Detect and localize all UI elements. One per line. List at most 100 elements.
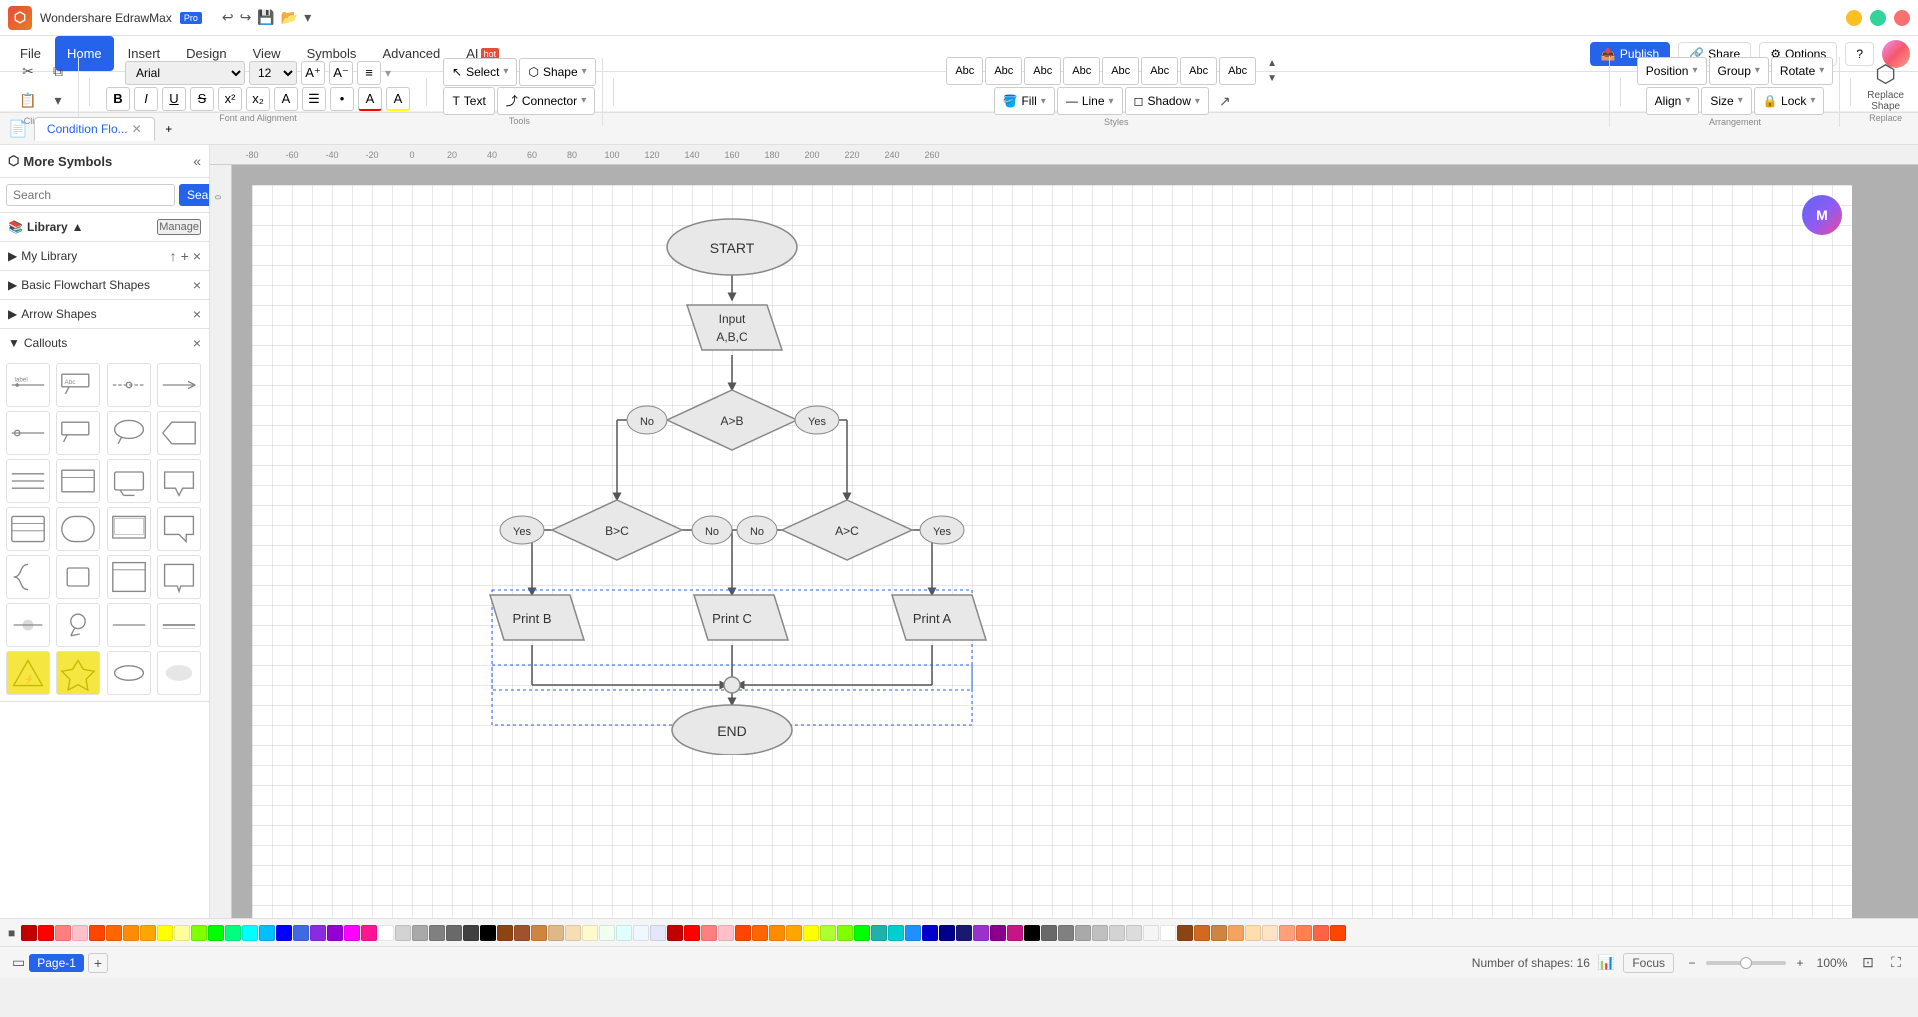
color-swatch[interactable] — [412, 925, 428, 941]
color-swatch[interactable] — [599, 925, 615, 941]
color-swatch[interactable] — [531, 925, 547, 941]
callout-item-26[interactable] — [56, 651, 100, 695]
list-btn[interactable]: ☰ — [302, 87, 326, 111]
style-abc4[interactable]: Abc — [1063, 57, 1100, 85]
color-swatch[interactable] — [548, 925, 564, 941]
callout-item-25[interactable]: ⚡ — [6, 651, 50, 695]
tab-condition-flo[interactable]: Condition Flo... ✕ — [34, 117, 155, 141]
color-swatch[interactable] — [395, 925, 411, 941]
group-btn[interactable]: Group ▾ — [1709, 57, 1769, 85]
focus-label[interactable]: Focus — [1623, 953, 1674, 973]
copy-btn[interactable]: ⧉ — [44, 58, 72, 86]
minimize-btn[interactable] — [1846, 10, 1862, 26]
color-swatch[interactable] — [1126, 925, 1142, 941]
color-swatch[interactable] — [514, 925, 530, 941]
style-abc5[interactable]: Abc — [1102, 57, 1139, 85]
callout-item-11[interactable] — [107, 459, 151, 503]
color-swatch[interactable] — [1075, 925, 1091, 941]
color-swatch[interactable] — [650, 925, 666, 941]
font-size-select[interactable]: 12 — [249, 61, 297, 85]
color-swatch[interactable] — [616, 925, 632, 941]
font-shrink-btn[interactable]: A⁻ — [329, 61, 353, 85]
style-abc8[interactable]: Abc — [1219, 57, 1256, 85]
color-swatch[interactable] — [1007, 925, 1023, 941]
color-swatch[interactable] — [89, 925, 105, 941]
callout-item-20[interactable] — [157, 555, 201, 599]
text-style-btn[interactable]: A — [274, 87, 298, 111]
color-swatch[interactable] — [55, 925, 71, 941]
color-swatch[interactable] — [1279, 925, 1295, 941]
align-more-btn[interactable]: ▾ — [385, 66, 391, 80]
connector-btn[interactable]: ⤴ Connector ▾ — [497, 87, 595, 115]
page-1-tab[interactable]: Page-1 — [29, 954, 84, 972]
close-btn[interactable] — [1894, 10, 1910, 26]
rotate-btn[interactable]: Rotate ▾ — [1771, 57, 1833, 85]
color-swatch[interactable] — [701, 925, 717, 941]
sidebar-collapse-btn[interactable]: « — [193, 153, 201, 169]
callout-item-4[interactable] — [157, 363, 201, 407]
color-swatch[interactable] — [888, 925, 904, 941]
tab-add-btn[interactable]: + — [157, 117, 181, 141]
arrow-shapes-header[interactable]: ▶ Arrow Shapes × — [0, 300, 209, 328]
callout-item-28[interactable] — [157, 651, 201, 695]
color-swatch[interactable] — [1109, 925, 1125, 941]
color-swatch[interactable] — [1313, 925, 1329, 941]
color-swatch[interactable] — [140, 925, 156, 941]
underline-btn[interactable]: U — [162, 87, 186, 111]
color-swatch[interactable] — [1296, 925, 1312, 941]
page-view-icon[interactable]: ▭ — [12, 954, 25, 971]
color-swatch[interactable] — [990, 925, 1006, 941]
callout-item-27[interactable] — [107, 651, 151, 695]
callout-item-13[interactable] — [6, 507, 50, 551]
library-title[interactable]: 📚 Library ▲ — [8, 220, 84, 234]
color-swatch[interactable] — [684, 925, 700, 941]
basic-flowchart-close-btn[interactable]: × — [193, 277, 201, 293]
color-swatch[interactable] — [429, 925, 445, 941]
color-swatch[interactable] — [123, 925, 139, 941]
style-abc6[interactable]: Abc — [1141, 57, 1178, 85]
color-swatch[interactable] — [633, 925, 649, 941]
color-swatch[interactable] — [956, 925, 972, 941]
color-swatch[interactable] — [38, 925, 54, 941]
font-grow-btn[interactable]: A⁺ — [301, 61, 325, 85]
callout-item-9[interactable] — [6, 459, 50, 503]
add-page-btn[interactable]: + — [88, 953, 108, 973]
color-swatch[interactable] — [1160, 925, 1176, 941]
color-swatch[interactable] — [837, 925, 853, 941]
my-library-header[interactable]: ▶ My Library ↑ + × — [0, 242, 209, 270]
color-swatch[interactable] — [1211, 925, 1227, 941]
style-abc2[interactable]: Abc — [985, 57, 1022, 85]
color-swatch[interactable] — [1177, 925, 1193, 941]
highlight-btn[interactable]: A — [386, 87, 410, 111]
color-swatch[interactable] — [191, 925, 207, 941]
color-swatch[interactable] — [242, 925, 258, 941]
color-swatch[interactable] — [361, 925, 377, 941]
size-btn[interactable]: Size ▾ — [1701, 87, 1751, 115]
fit-btn[interactable]: ⊡ — [1858, 953, 1878, 973]
color-swatch[interactable] — [871, 925, 887, 941]
paste-options-btn[interactable]: ▾ — [44, 87, 72, 115]
callout-item-12[interactable] — [157, 459, 201, 503]
color-swatch[interactable] — [939, 925, 955, 941]
my-library-add-btn[interactable]: + — [181, 248, 189, 264]
color-swatch[interactable] — [1024, 925, 1040, 941]
color-swatch[interactable] — [769, 925, 785, 941]
text-btn[interactable]: T Text — [443, 87, 494, 115]
color-swatch[interactable] — [446, 925, 462, 941]
open-btn[interactable]: 📂 — [281, 9, 298, 26]
styles-expand-btn[interactable]: ↗ — [1211, 87, 1239, 115]
color-swatch[interactable] — [72, 925, 88, 941]
callouts-close-btn[interactable]: × — [193, 335, 201, 351]
color-swatch[interactable] — [225, 925, 241, 941]
position-btn[interactable]: Position ▾ — [1637, 57, 1707, 85]
search-input[interactable] — [6, 184, 175, 206]
superscript-btn[interactable]: x² — [218, 87, 242, 111]
maximize-btn[interactable] — [1870, 10, 1886, 26]
bullet-btn[interactable]: • — [330, 87, 354, 111]
style-abc3[interactable]: Abc — [1024, 57, 1061, 85]
color-swatch[interactable] — [1058, 925, 1074, 941]
callout-item-18[interactable] — [56, 555, 100, 599]
align-arrange-btn[interactable]: Align ▾ — [1646, 87, 1700, 115]
style-abc7[interactable]: Abc — [1180, 57, 1217, 85]
align-btn[interactable]: ≡ — [357, 61, 381, 85]
